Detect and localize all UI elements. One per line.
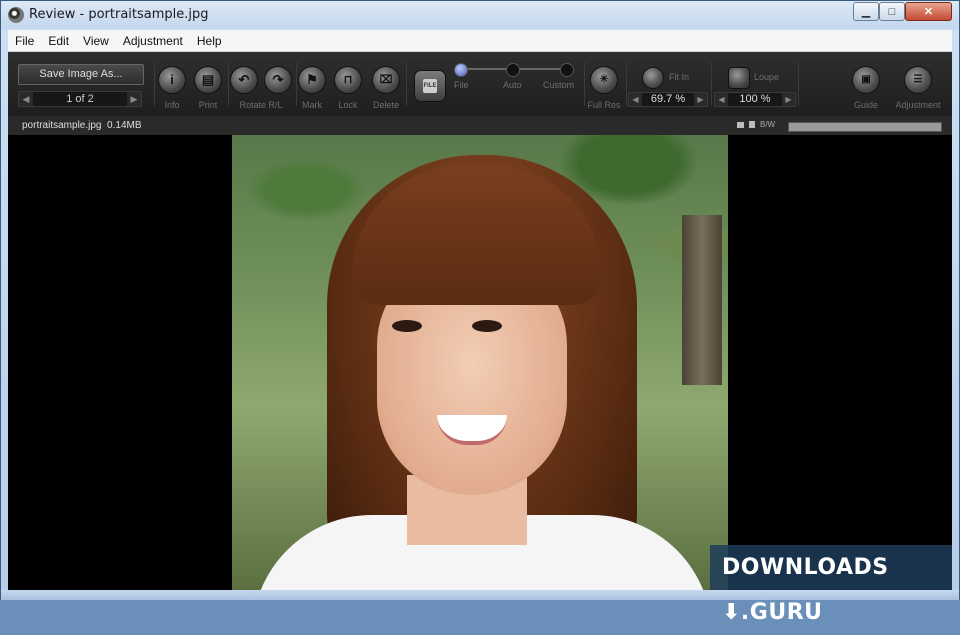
- watermark-logo: DOWNLOADS ⬇.GURU: [710, 545, 952, 625]
- fit-in-value: 69.7 %: [650, 93, 686, 105]
- magnifier-icon[interactable]: [642, 67, 664, 89]
- full-res-button[interactable]: ✳ Full Res: [584, 60, 624, 112]
- print-label: Print: [198, 100, 218, 110]
- title-bar: Review - portraitsample.jpg ▁ □ ✕: [1, 1, 959, 29]
- close-button[interactable]: ✕: [905, 2, 952, 21]
- fit-in-increase[interactable]: ▶: [694, 93, 707, 106]
- save-image-as-button[interactable]: Save Image As...: [18, 64, 144, 85]
- fit-in-decrease[interactable]: ◀: [629, 93, 642, 106]
- info-icon: i: [158, 66, 186, 94]
- menu-view[interactable]: View: [76, 34, 116, 48]
- mark-tool-button[interactable]: ⚑ Mark: [292, 60, 332, 112]
- loupe-label: Loupe: [754, 72, 780, 82]
- toolbar-separator: [798, 62, 799, 106]
- full-res-icon: ✳: [590, 66, 618, 94]
- lock-tool-button[interactable]: ⊓ Lock: [328, 60, 368, 112]
- adjustment-label: Adjustment: [895, 100, 941, 110]
- menu-adjustment[interactable]: Adjustment: [116, 34, 190, 48]
- menu-file[interactable]: File: [8, 34, 41, 48]
- loupe-increase[interactable]: ▶: [782, 93, 795, 106]
- info-label: Info: [164, 100, 180, 110]
- rotate-label: Rotate R/L: [239, 100, 283, 110]
- minimize-button[interactable]: ▁: [853, 2, 879, 21]
- guide-button[interactable]: ▣ Guide: [846, 60, 886, 112]
- mode-knob-custom[interactable]: [560, 63, 574, 77]
- app-window: Review - portraitsample.jpg ▁ □ ✕ File E…: [0, 0, 960, 625]
- window-bottom-border: [1, 590, 959, 600]
- window-title: Review - portraitsample.jpg: [29, 7, 209, 22]
- file-name: portraitsample.jpg: [22, 120, 102, 131]
- guide-icon: ▣: [852, 66, 880, 94]
- toolbar: Save Image As... ◀ 1 of 2 ▶ i Info ▤ Pri…: [8, 52, 952, 116]
- bw-label: B/W: [760, 120, 776, 129]
- print-icon: ▤: [194, 66, 222, 94]
- fit-in-label: Fit In: [669, 72, 690, 82]
- info-tool-button[interactable]: i Info: [152, 60, 192, 112]
- toolbar-separator: [711, 62, 712, 106]
- rotate-left-icon[interactable]: ↶: [230, 66, 258, 94]
- toolbar-separator: [626, 62, 627, 106]
- sliders-icon: ☰: [904, 66, 932, 94]
- page-indicator: 1 of 2: [66, 93, 94, 105]
- adjustment-button[interactable]: ☰ Adjustment: [890, 60, 946, 112]
- loupe-value: 100 %: [739, 93, 771, 105]
- file-mode-button[interactable]: FILE: [414, 70, 446, 102]
- lock-status-icon: [737, 122, 744, 128]
- maximize-button[interactable]: □: [879, 2, 905, 21]
- lock-icon: ⊓: [334, 66, 362, 94]
- rotate-tool-group: ↶ ↷ Rotate R/L: [226, 60, 296, 112]
- full-res-label: Full Res: [587, 100, 621, 110]
- file-info: portraitsample.jpg 0.14MB: [22, 120, 142, 131]
- delete-tool-button[interactable]: ⌧ Delete: [366, 60, 406, 112]
- loupe-zoom-field[interactable]: ◀ 100 % ▶: [714, 92, 796, 107]
- file-size: 0.14MB: [107, 120, 142, 131]
- loupe-icon[interactable]: [728, 67, 750, 89]
- info-bar: portraitsample.jpg 0.14MB B/W: [8, 116, 952, 135]
- prev-page-button[interactable]: ◀: [19, 92, 33, 106]
- page-navigator: ◀ 1 of 2 ▶: [18, 91, 142, 107]
- print-tool-button[interactable]: ▤ Print: [188, 60, 228, 112]
- rotate-right-icon[interactable]: ↷: [264, 66, 292, 94]
- next-page-button[interactable]: ▶: [127, 92, 141, 106]
- flag-icon: ⚑: [298, 66, 326, 94]
- histogram-bar: [788, 122, 942, 132]
- app-icon: [8, 7, 24, 23]
- guide-label: Guide: [853, 100, 879, 110]
- mode-knob-file[interactable]: [454, 63, 468, 77]
- mode-label-custom: Custom: [543, 80, 575, 90]
- menu-bar: File Edit View Adjustment Help: [8, 30, 952, 52]
- mode-label-auto: Auto: [503, 80, 522, 90]
- mark-label: Mark: [302, 100, 322, 110]
- image-viewer[interactable]: [8, 135, 952, 590]
- file-icon: FILE: [423, 79, 437, 93]
- portrait-photo: [232, 135, 728, 590]
- flag-status-icon: [749, 121, 755, 128]
- toolbar-separator: [406, 62, 407, 106]
- fit-in-zoom-field[interactable]: ◀ 69.7 % ▶: [628, 92, 708, 107]
- trash-icon: ⌧: [372, 66, 400, 94]
- delete-label: Delete: [372, 100, 399, 110]
- lock-label: Lock: [338, 100, 358, 110]
- menu-edit[interactable]: Edit: [41, 34, 76, 48]
- mode-label-file: File: [454, 80, 469, 90]
- menu-help[interactable]: Help: [190, 34, 229, 48]
- loupe-decrease[interactable]: ◀: [715, 93, 728, 106]
- mode-knob-auto[interactable]: [506, 63, 520, 77]
